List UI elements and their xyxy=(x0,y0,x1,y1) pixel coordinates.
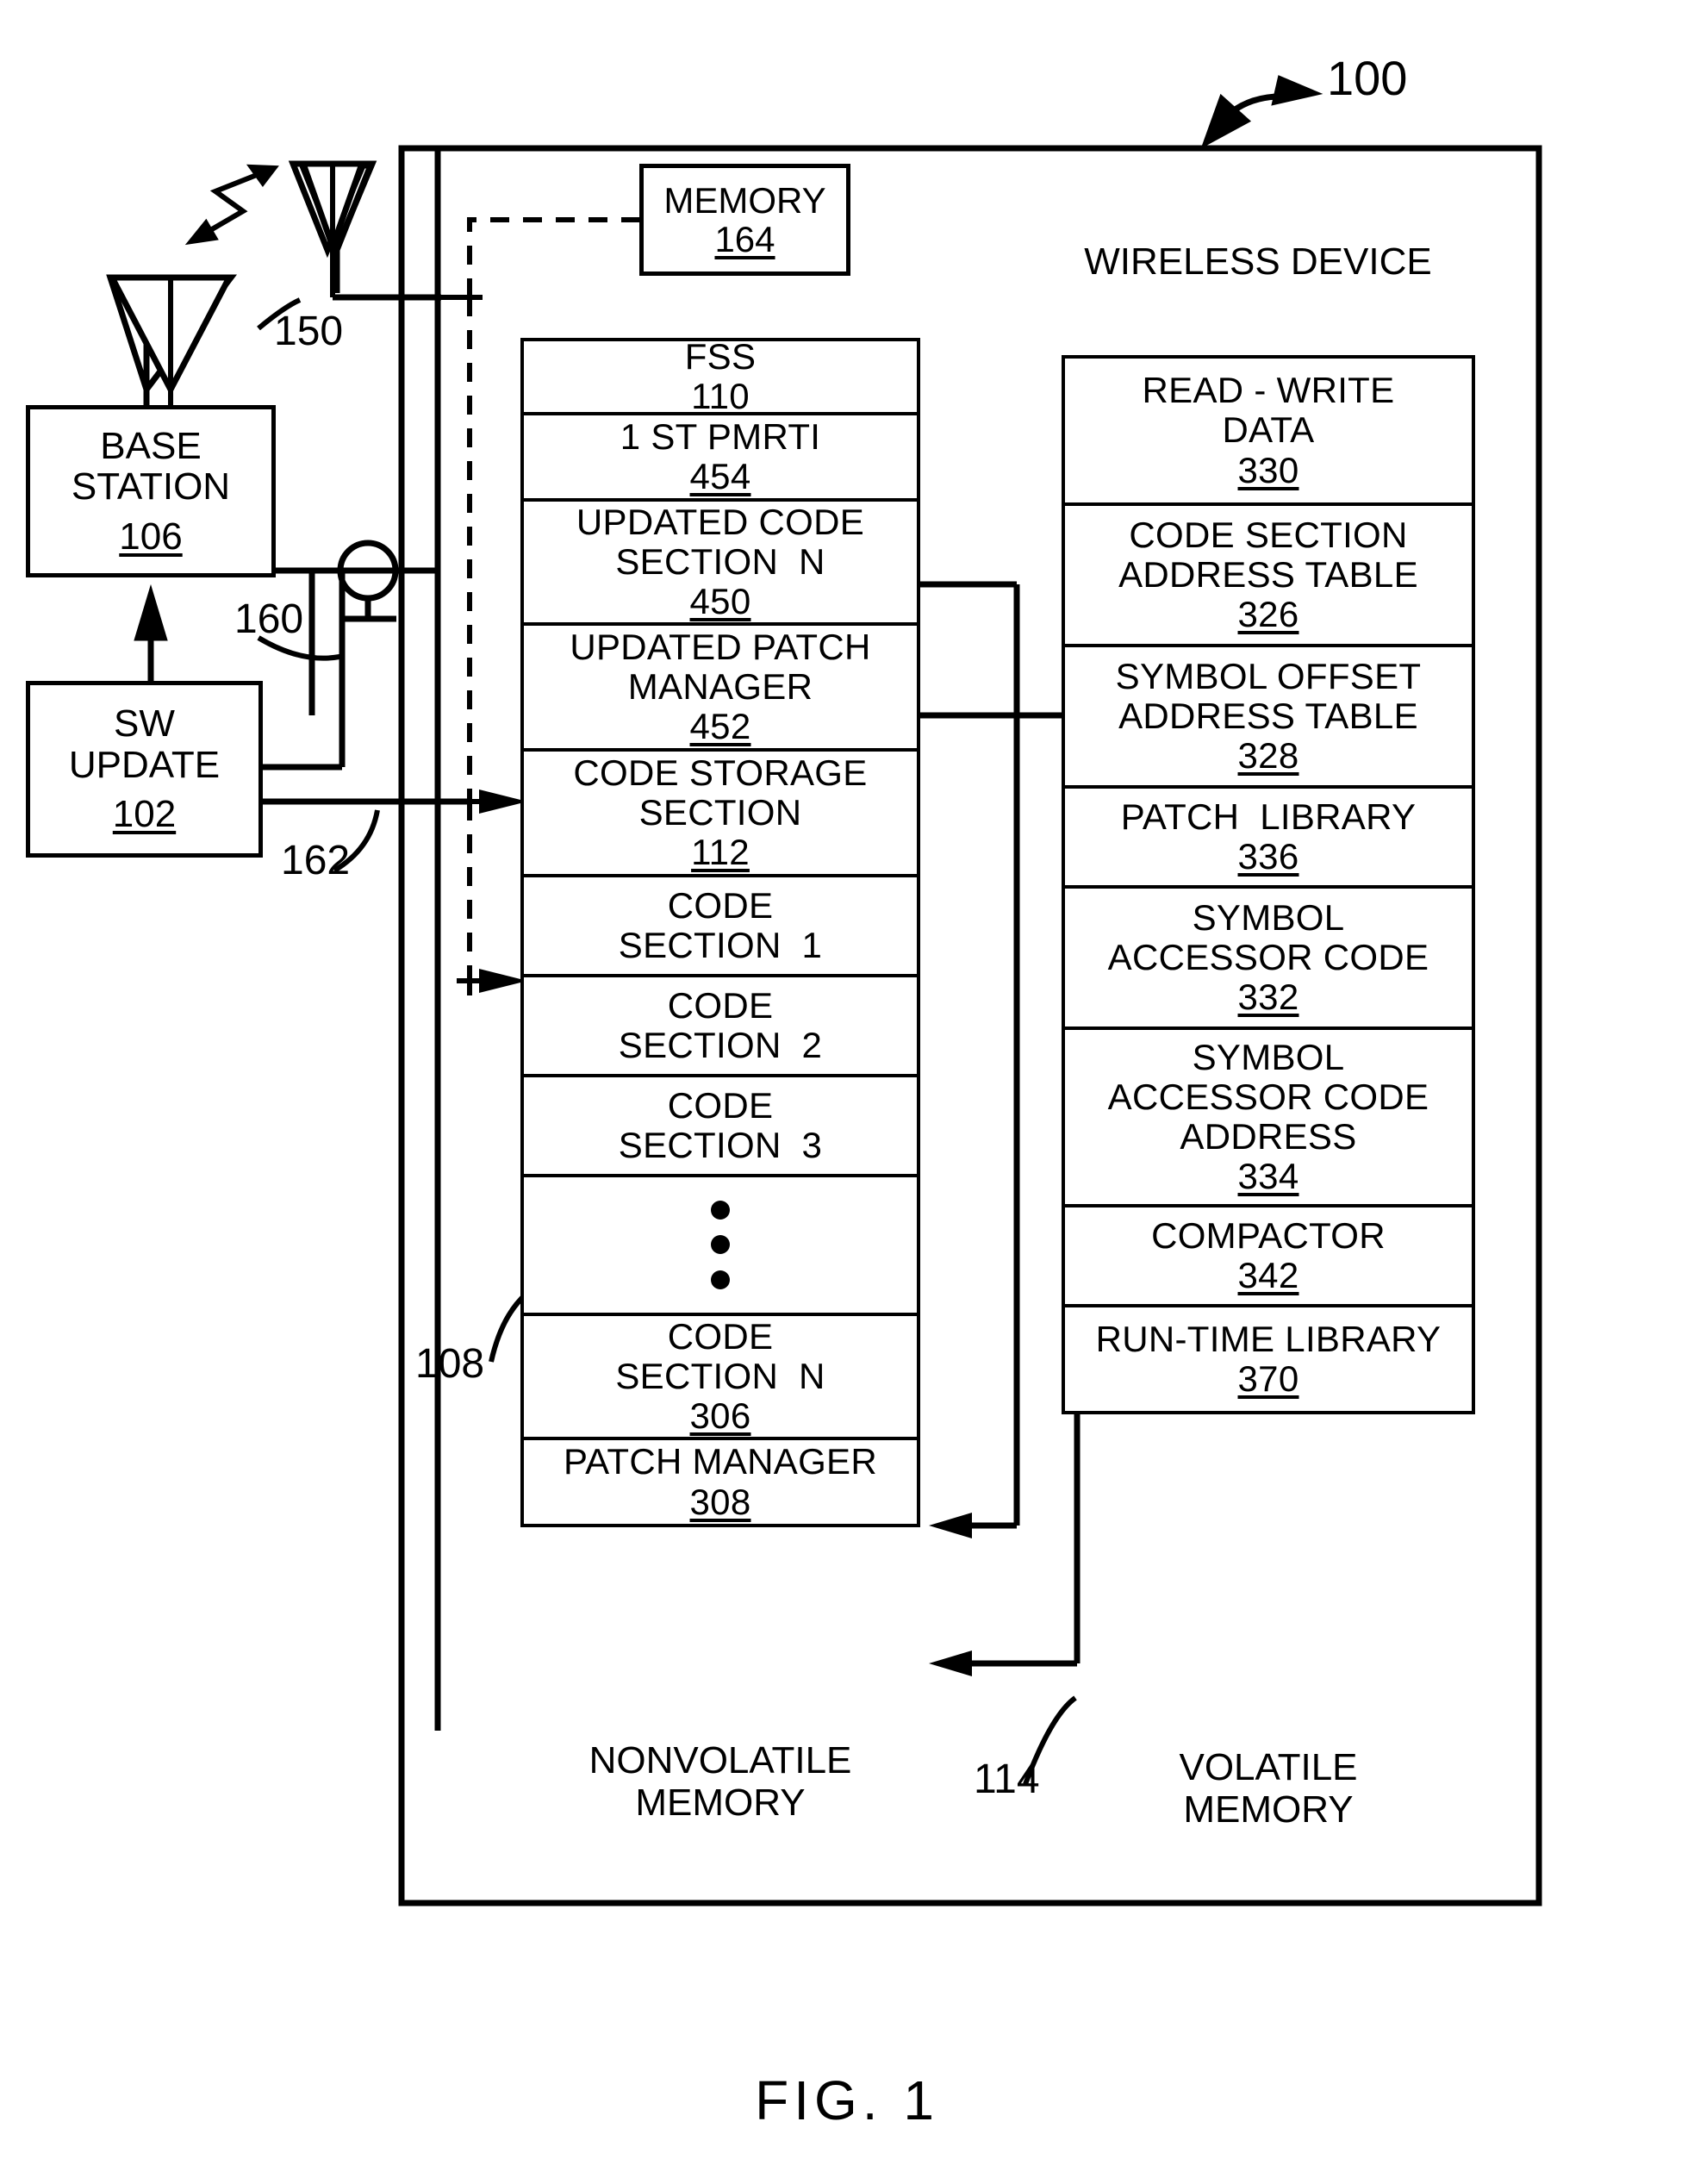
volatile-row: RUN-TIME LIBRARY 370 xyxy=(1062,1304,1475,1414)
nonvolatile-row-label: PATCH MANAGER xyxy=(563,1441,878,1482)
callout-150: 150 xyxy=(274,309,344,354)
nonvolatile-row-label: FSS xyxy=(684,335,757,377)
nonvolatile-row-label: UPDATED CODE SECTION N xyxy=(576,501,865,582)
nonvolatile-row-label: CODE STORAGE SECTION xyxy=(573,752,868,833)
patent-figure-page: 100 WIRELESS DEVICE 104 BASE STATION 106… xyxy=(0,0,1694,2184)
nonvolatile-row: 1 ST PMRTI 454 xyxy=(520,412,920,502)
nonvolatile-row: PATCH MANAGER 308 xyxy=(520,1437,920,1527)
volatile-row-label: SYMBOL OFFSET ADDRESS TABLE xyxy=(1115,655,1422,736)
nonvolatile-row: UPDATED PATCH MANAGER 452 xyxy=(520,622,920,752)
wireless-device-antenna-shape xyxy=(298,162,376,293)
nonvolatile-row-ref: 110 xyxy=(691,376,750,416)
volatile-row-ref: 326 xyxy=(1237,594,1299,635)
nonvolatile-memory-stack: FSS 110 1 ST PMRTI 454 UPDATED CODE SECTION … xyxy=(520,335,920,1527)
wire-codesection-return xyxy=(920,581,1020,1529)
nonvolatile-row-label: UPDATED PATCH MANAGER xyxy=(570,626,871,707)
nonvolatile-row-label: 1 ST PMRTI xyxy=(620,415,821,457)
antenna-triangles xyxy=(107,160,366,396)
wire-patchmanager-return xyxy=(920,712,1081,1667)
volatile-row-ref: 334 xyxy=(1237,1156,1299,1197)
nonvolatile-row xyxy=(520,1174,920,1316)
wired-connector-stem xyxy=(258,567,438,715)
volatile-memory-stack: READ - WRITE DATA 330 CODE SECTION ADDRESS… xyxy=(1062,355,1475,1414)
sw-update-label: SW UPDATE xyxy=(68,702,221,786)
volatile-row-label: SYMBOL ACCESSOR CODE ADDRESS xyxy=(1107,1036,1429,1157)
nonvolatile-row-label: CODE SECTION N xyxy=(615,1315,825,1396)
nonvolatile-row-ref: 454 xyxy=(689,456,751,496)
volatile-row: PATCH LIBRARY 336 xyxy=(1062,785,1475,889)
nonvolatile-row-label: CODE SECTION 3 xyxy=(618,1084,823,1165)
volatile-row-ref: 336 xyxy=(1237,836,1299,877)
volatile-row: READ - WRITE DATA 330 xyxy=(1062,355,1475,506)
nonvolatile-row: UPDATED CODE SECTION N 450 xyxy=(520,498,920,626)
nonvolatile-row-label: CODE SECTION 2 xyxy=(618,984,823,1065)
volatile-row: COMPACTOR 342 xyxy=(1062,1204,1475,1307)
wired-connector-icon xyxy=(337,540,399,602)
leader-100 xyxy=(1200,75,1323,149)
volatile-row-label: CODE SECTION ADDRESS TABLE xyxy=(1118,514,1418,595)
volatile-row-ref: 370 xyxy=(1237,1358,1299,1399)
volatile-row: SYMBOL ACCESSOR CODE 332 xyxy=(1062,885,1475,1030)
volatile-row-ref: 330 xyxy=(1237,449,1299,490)
base-station-box: BASE STATION 106 xyxy=(26,405,276,577)
callout-162: 162 xyxy=(281,838,351,883)
system-ref-100: 100 xyxy=(1327,51,1408,105)
arrowhead-codesection-n xyxy=(929,1513,972,1538)
volatile-row-ref: 328 xyxy=(1237,735,1299,777)
callout-114: 114 xyxy=(974,1757,1040,1802)
callout-108: 108 xyxy=(415,1341,485,1387)
callout-160: 160 xyxy=(234,596,304,642)
wireless-device-antenna-icon xyxy=(288,160,377,259)
nonvolatile-row-ref: 450 xyxy=(689,581,751,622)
solid-signal-bus xyxy=(333,151,441,1731)
volatile-row-label: RUN-TIME LIBRARY xyxy=(1095,1318,1442,1359)
nonvolatile-row: CODE SECTION N 306 xyxy=(520,1313,920,1440)
volatile-row-ref: 332 xyxy=(1237,977,1299,1018)
volatile-row-label: SYMBOL ACCESSOR CODE xyxy=(1107,896,1429,977)
nonvolatile-row-ref: 112 xyxy=(691,832,750,873)
volatile-row-ref: 342 xyxy=(1237,1255,1299,1295)
figure-caption: FIG. 1 xyxy=(755,2069,939,2131)
arrowhead-patch-manager xyxy=(929,1650,972,1676)
bus-junction-marks xyxy=(457,284,483,995)
base-station-antenna-icon xyxy=(106,274,238,405)
nonvolatile-row-ref: 452 xyxy=(689,706,751,747)
nonvolatile-memory-caption: NONVOLATILE MEMORY xyxy=(589,1739,852,1825)
nonvolatile-row-label: CODE SECTION 1 xyxy=(618,884,823,965)
volatile-row: SYMBOL ACCESSOR CODE ADDRESS 334 xyxy=(1062,1026,1475,1207)
nonvolatile-row-ref: 306 xyxy=(689,1395,751,1437)
base-station-ref: 106 xyxy=(119,515,183,558)
nonvolatile-row: CODE SECTION 2 xyxy=(520,974,920,1077)
wireless-device-title-label: WIRELESS DEVICE xyxy=(1084,240,1432,283)
base-station-label: BASE STATION xyxy=(71,424,231,509)
rf-link-icon xyxy=(184,164,279,246)
volatile-row: CODE SECTION ADDRESS TABLE 326 xyxy=(1062,502,1475,647)
sw-update-ref: 102 xyxy=(112,793,177,836)
nonvolatile-row-ref: 308 xyxy=(689,1481,751,1522)
nonvolatile-row: CODE STORAGE SECTION 112 xyxy=(520,748,920,877)
volatile-row-label: READ - WRITE DATA xyxy=(1142,370,1395,451)
volatile-row: SYMBOL OFFSET ADDRESS TABLE 328 xyxy=(1062,644,1475,789)
volatile-row-label: COMPACTOR xyxy=(1151,1214,1386,1256)
volatile-memory-caption: VOLATILE MEMORY xyxy=(1179,1746,1358,1831)
memory-164-box: MEMORY 164 xyxy=(639,164,850,276)
arrow-swupdate-to-basestation xyxy=(134,583,168,690)
nonvolatile-row: FSS 110 xyxy=(520,335,920,416)
nonvolatile-row: CODE SECTION 3 xyxy=(520,1074,920,1177)
memory-164-ref: 164 xyxy=(714,219,775,259)
memory-164-label: MEMORY xyxy=(663,179,826,221)
vertical-ellipsis-icon xyxy=(711,1192,730,1297)
sw-update-box: SW UPDATE 102 xyxy=(26,681,263,858)
antenna-stems xyxy=(168,164,438,405)
nonvolatile-row: CODE SECTION 1 xyxy=(520,874,920,977)
volatile-row-label: PATCH LIBRARY xyxy=(1120,796,1417,837)
